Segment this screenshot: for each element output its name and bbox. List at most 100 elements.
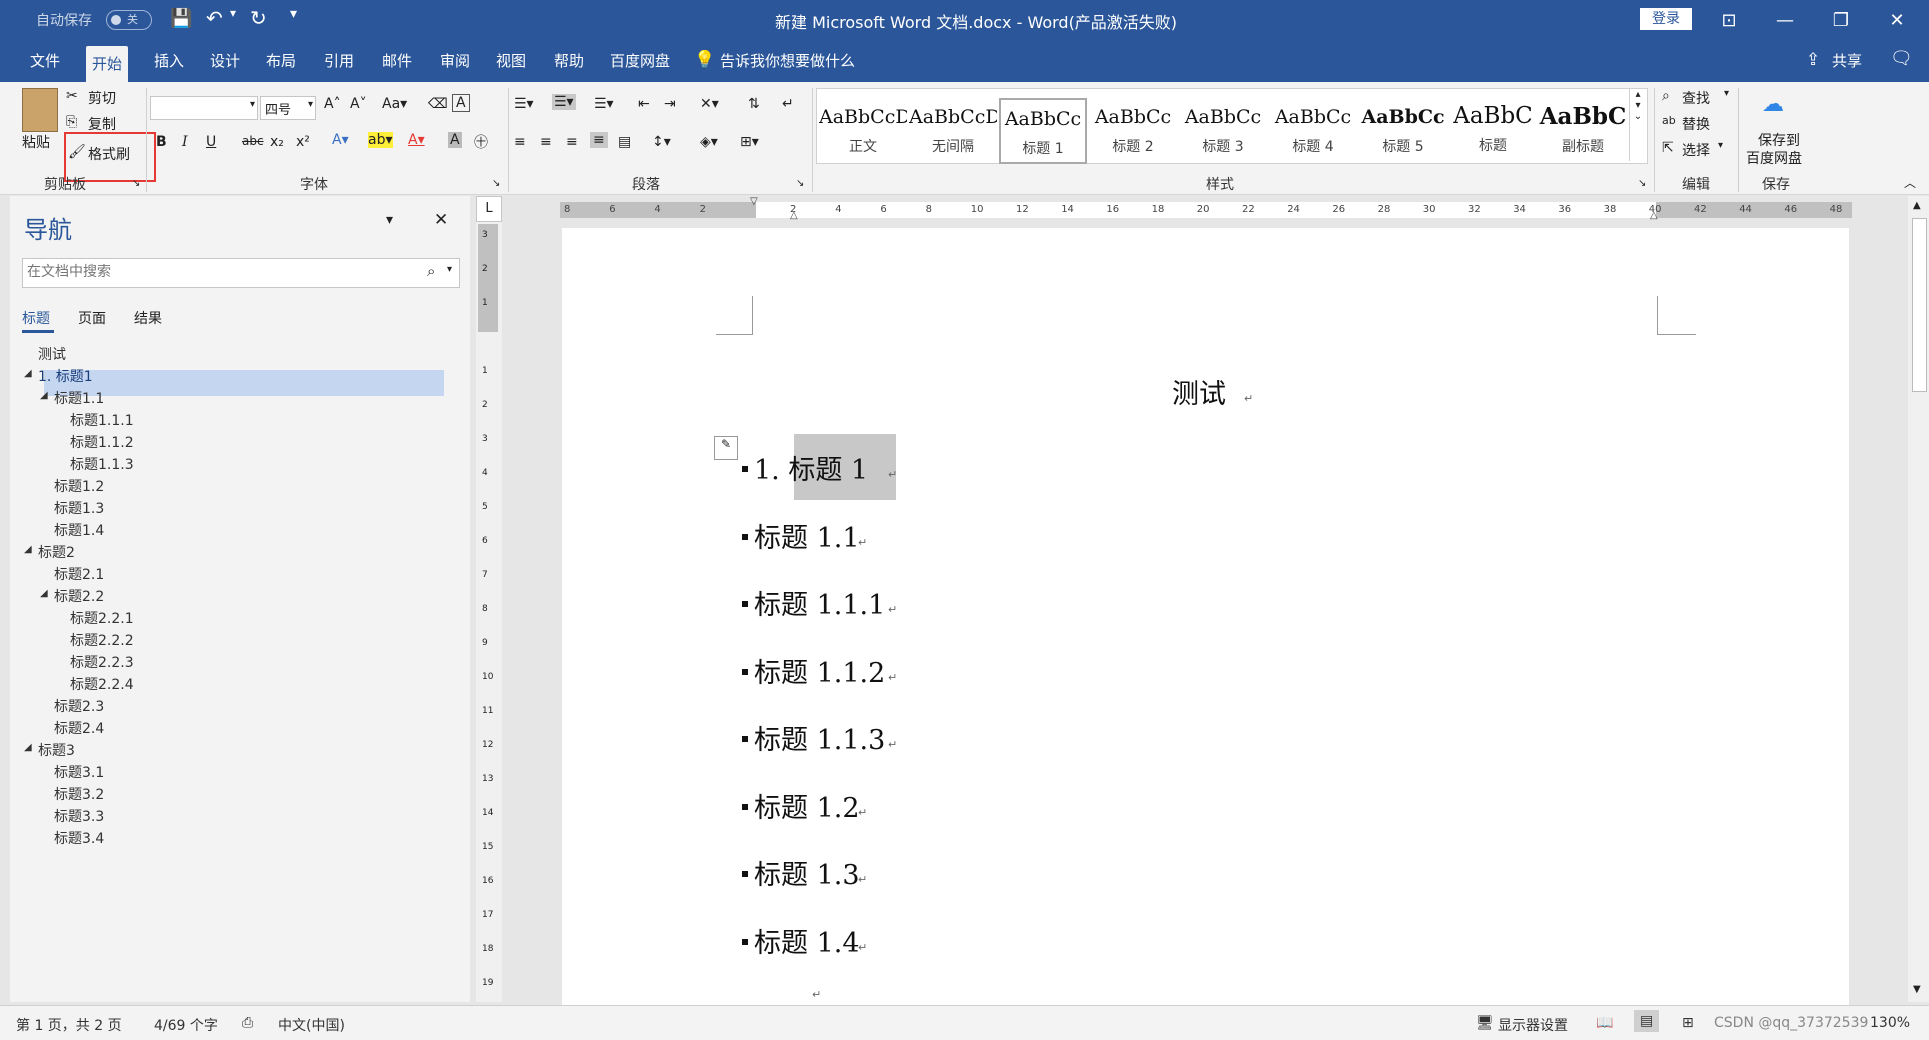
nav-tree-item[interactable]: 1. 标题1 xyxy=(38,366,93,386)
paste-button[interactable]: 粘贴 xyxy=(22,132,50,152)
style-subtitle[interactable]: AaBbC 副标题 xyxy=(1539,98,1627,164)
font-launcher-icon[interactable]: ↘ xyxy=(492,178,500,189)
nav-tree-item[interactable]: 标题2 xyxy=(38,542,75,562)
chevron-down-icon[interactable]: ▾ xyxy=(447,264,452,275)
undo-icon[interactable]: ↶ xyxy=(206,6,223,30)
increase-indent-icon[interactable]: ⇥ xyxy=(664,96,676,112)
chinese-layout-icon[interactable]: ✕▾ xyxy=(700,96,719,112)
styles-launcher-icon[interactable]: ↘ xyxy=(1638,178,1646,189)
customize-qat-icon[interactable]: ▾ xyxy=(290,6,297,22)
nav-tree-item[interactable]: 标题2.2.3 xyxy=(70,652,134,672)
redo-icon[interactable]: ↻ xyxy=(250,6,267,30)
display-settings-icon[interactable]: 🖥 xyxy=(1476,1015,1494,1031)
document-heading[interactable]: 标题 1.1.3 xyxy=(754,718,885,757)
decrease-indent-icon[interactable]: ⇤ xyxy=(638,96,650,112)
read-mode-icon[interactable]: 📖 xyxy=(1596,1015,1613,1031)
document-page[interactable]: 测试 ↵ ✎ 1. 标题 1 ↵ 标题 1.1 ↵ 标题 1.1.1 ↵ 标题 1.1.2 ↵… xyxy=(562,228,1849,1008)
nav-tab-pages[interactable]: 页面 xyxy=(78,308,106,328)
format-painter-icon[interactable]: 🖌 xyxy=(68,144,86,160)
display-settings-button[interactable]: 显示器设置 xyxy=(1498,1015,1568,1035)
style-title[interactable]: AaBbC 标题 xyxy=(1449,98,1537,164)
shrink-font-icon[interactable]: A˅ xyxy=(350,96,367,112)
superscript-icon[interactable]: x² xyxy=(296,134,310,150)
bold-button[interactable]: B xyxy=(156,134,167,150)
show-marks-icon[interactable]: ↵ xyxy=(782,96,794,112)
document-heading[interactable]: 标题 1.1.2 xyxy=(754,651,885,690)
scroll-up-icon[interactable]: ▲ xyxy=(1913,200,1921,211)
grow-font-icon[interactable]: A˄ xyxy=(324,96,341,112)
search-icon[interactable]: ⌕ xyxy=(427,262,435,280)
subscript-icon[interactable]: x₂ xyxy=(270,134,284,150)
find-button[interactable]: 查找 xyxy=(1682,88,1710,108)
vertical-scrollbar[interactable]: ▲ ▼ xyxy=(1908,196,1929,1002)
tab-mailings[interactable]: 邮件 xyxy=(376,40,418,82)
page-count[interactable]: 第 1 页，共 2 页 xyxy=(16,1015,122,1035)
select-icon[interactable]: ⇱ xyxy=(1662,140,1674,156)
tab-home[interactable]: 开始 xyxy=(86,46,129,82)
shading-icon[interactable]: ◈▾ xyxy=(700,134,718,150)
language-status[interactable]: 中文(中国) xyxy=(278,1015,345,1035)
left-indent-marker[interactable]: △ xyxy=(790,210,798,221)
save-to-baidu-button-line2[interactable]: 百度网盘 xyxy=(1746,148,1802,168)
line-spacing-icon[interactable]: ↕▾ xyxy=(652,134,671,150)
nav-tree-item[interactable]: 标题2.2.2 xyxy=(70,630,134,650)
char-border-icon[interactable]: A xyxy=(452,94,470,112)
nav-tree-item[interactable]: 标题3.3 xyxy=(54,806,104,826)
baidu-cloud-icon[interactable]: ☁ xyxy=(1762,92,1784,117)
nav-close-icon[interactable]: ✕ xyxy=(434,210,448,230)
tab-view[interactable]: 视图 xyxy=(490,40,532,82)
nav-tree-item[interactable]: 标题2.1 xyxy=(54,564,104,584)
tab-file[interactable]: 文件 xyxy=(24,40,66,82)
style-heading3[interactable]: AaBbCc 标题 3 xyxy=(1179,98,1267,164)
nav-tree-item[interactable]: 标题1.1.1 xyxy=(70,410,134,430)
nav-tree-item[interactable]: 标题2.2 xyxy=(54,586,104,606)
tab-layout[interactable]: 布局 xyxy=(260,40,302,82)
nav-tree-item[interactable]: 标题3.1 xyxy=(54,762,104,782)
save-icon[interactable]: 💾 xyxy=(170,8,192,29)
align-right-icon[interactable]: ≡ xyxy=(566,134,578,150)
enclose-char-icon[interactable]: ㊉ xyxy=(474,132,488,152)
nav-tab-results[interactable]: 结果 xyxy=(134,308,162,328)
style-heading4[interactable]: AaBbCc 标题 4 xyxy=(1269,98,1357,164)
tab-design[interactable]: 设计 xyxy=(204,40,246,82)
strikethrough-button[interactable]: abc xyxy=(242,134,264,148)
login-button[interactable]: 登录 xyxy=(1640,8,1692,30)
nav-options-icon[interactable]: ▾ xyxy=(386,212,393,228)
document-heading[interactable]: 1. 标题 1 xyxy=(754,448,868,487)
paste-icon[interactable] xyxy=(22,88,58,132)
replace-button[interactable]: 替换 xyxy=(1682,114,1710,134)
align-left-icon[interactable]: ≡ xyxy=(514,134,526,150)
distribute-icon[interactable]: ▤ xyxy=(618,134,631,150)
nav-tree-item[interactable]: 标题2.4 xyxy=(54,718,104,738)
tab-references[interactable]: 引用 xyxy=(318,40,360,82)
nav-tree-item[interactable]: 标题1.1.2 xyxy=(70,432,134,452)
paragraph-launcher-icon[interactable]: ↘ xyxy=(796,178,804,189)
chevron-down-icon[interactable]: ▾ xyxy=(1718,140,1723,151)
nav-tree-item[interactable]: 标题1.1.3 xyxy=(70,454,134,474)
bullets-icon[interactable]: ☰▾ xyxy=(514,96,534,112)
tree-collapse-icon[interactable]: ◢ xyxy=(40,588,48,599)
style-no-spacing[interactable]: AaBbCcDc 无间隔 xyxy=(909,98,997,164)
clipboard-launcher-icon[interactable]: ↘ xyxy=(132,178,140,189)
document-heading[interactable]: 标题 1.3 xyxy=(754,853,860,892)
nav-tree-item[interactable]: 测试 xyxy=(38,344,66,364)
tab-review[interactable]: 审阅 xyxy=(434,40,476,82)
find-icon[interactable]: ⌕ xyxy=(1662,88,1670,104)
nav-tree-item[interactable]: 标题1.2 xyxy=(54,476,104,496)
chevron-down-icon[interactable]: ▾ xyxy=(1724,88,1729,99)
tree-collapse-icon[interactable]: ◢ xyxy=(24,742,32,753)
align-center-icon[interactable]: ≡ xyxy=(540,134,552,150)
clear-format-icon[interactable]: ⌫ xyxy=(428,96,448,112)
document-heading[interactable]: 标题 1.4 xyxy=(754,921,860,960)
right-indent-marker[interactable]: △ xyxy=(1650,210,1658,221)
word-count[interactable]: 4/69 个字 xyxy=(154,1015,218,1035)
zoom-level[interactable]: 130% xyxy=(1870,1015,1910,1031)
comments-icon[interactable]: 🗨 xyxy=(1890,48,1913,69)
copy-button[interactable]: 复制 xyxy=(88,114,116,134)
web-layout-icon[interactable]: ⊞ xyxy=(1682,1015,1694,1031)
collapse-ribbon-icon[interactable]: ︿ xyxy=(1904,174,1916,191)
tree-collapse-icon[interactable]: ◢ xyxy=(24,544,32,555)
nav-tree-item[interactable]: 标题3.4 xyxy=(54,828,104,848)
sort-icon[interactable]: ⇅ xyxy=(748,96,760,112)
nav-tree-item[interactable]: 标题1.1 xyxy=(54,388,104,408)
